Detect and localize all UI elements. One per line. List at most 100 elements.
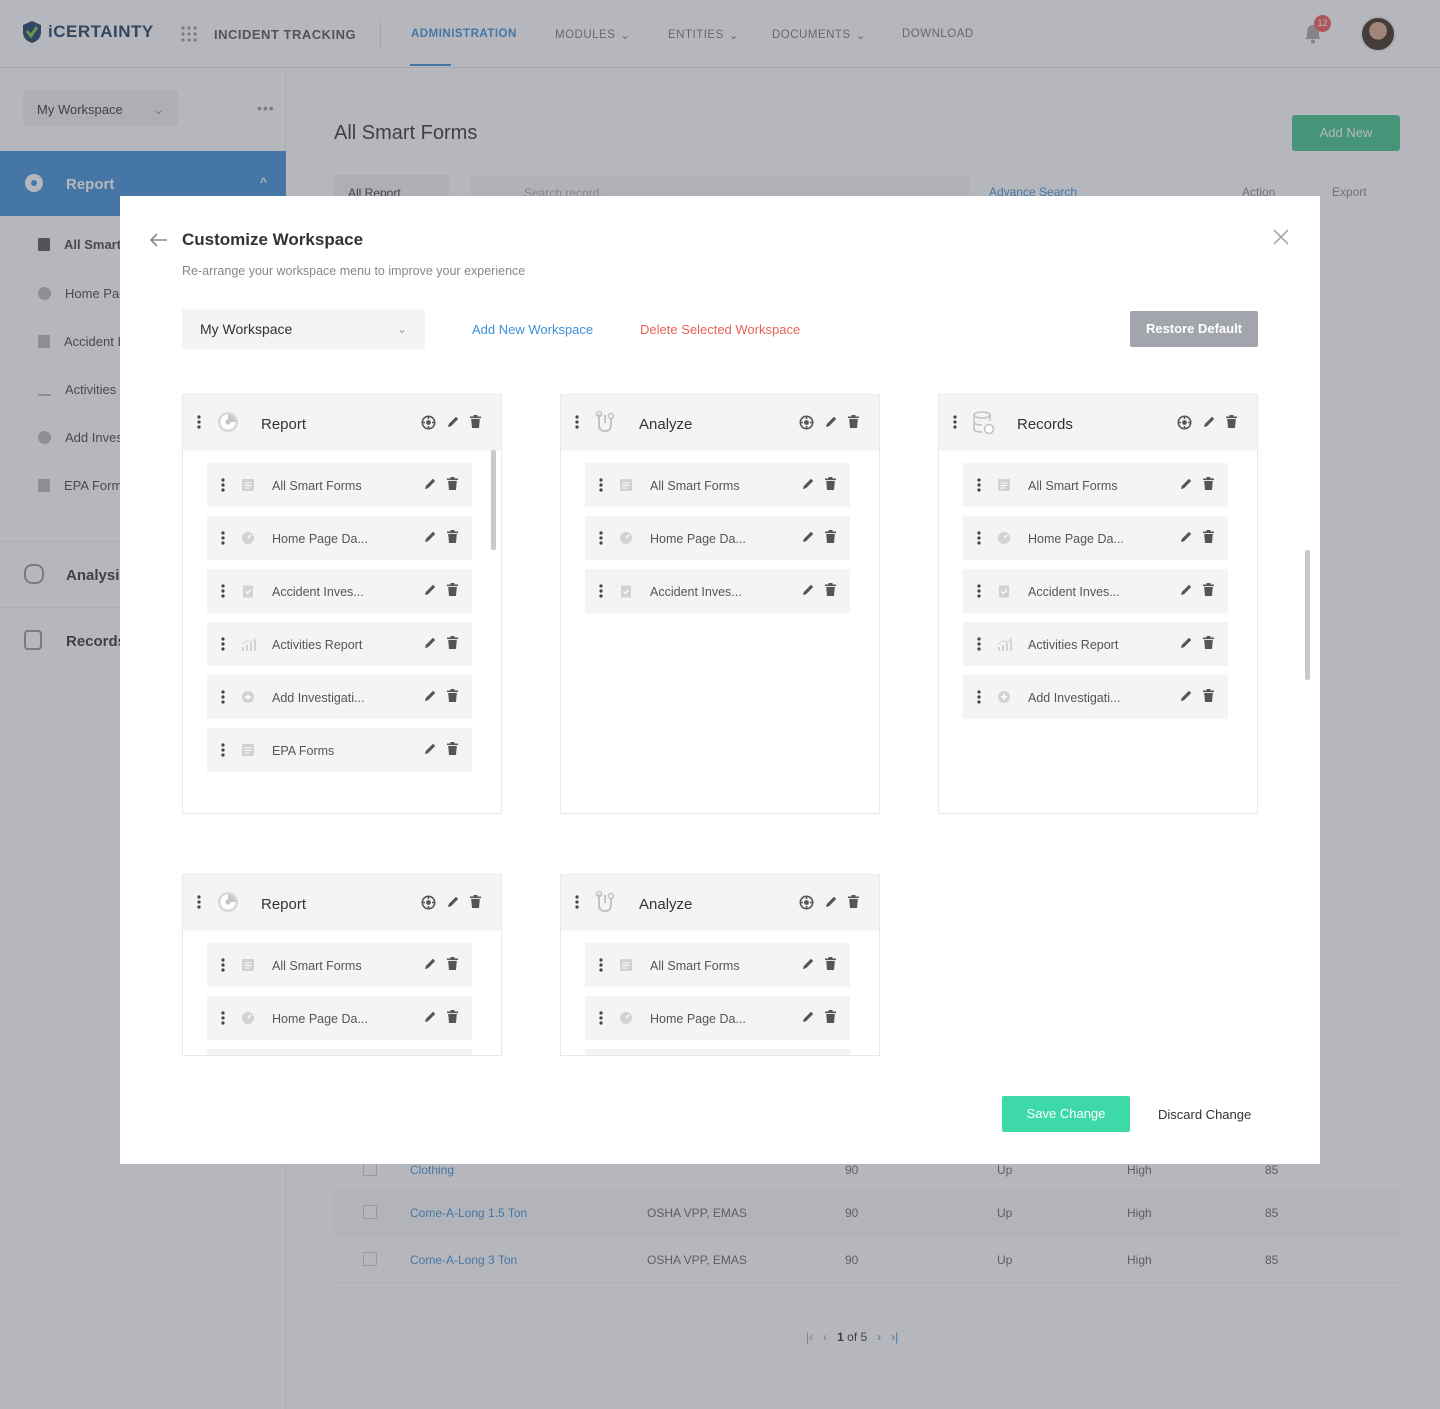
drag-handle-icon[interactable] <box>599 958 603 972</box>
workspace-menu-item[interactable]: Accident Inves... <box>585 1049 850 1055</box>
delete-icon[interactable] <box>825 957 836 971</box>
drag-handle-icon[interactable] <box>221 531 225 545</box>
edit-icon[interactable] <box>423 477 437 491</box>
drag-handle-icon[interactable] <box>197 895 201 909</box>
delete-icon[interactable] <box>825 1010 836 1024</box>
edit-icon[interactable] <box>801 530 815 544</box>
settings-icon[interactable] <box>421 895 436 910</box>
workspace-menu-item[interactable]: Add Investigati... <box>207 675 472 719</box>
edit-icon[interactable] <box>801 957 815 971</box>
back-arrow-icon[interactable] <box>150 233 168 247</box>
settings-icon[interactable] <box>799 895 814 910</box>
workspace-menu-item[interactable]: Accident Inves... <box>963 569 1228 613</box>
settings-icon[interactable] <box>799 415 814 430</box>
edit-icon[interactable] <box>1202 415 1216 430</box>
workspace-menu-item[interactable]: Accident Inves... <box>207 569 472 613</box>
edit-icon[interactable] <box>1179 689 1193 703</box>
settings-icon[interactable] <box>1177 415 1192 430</box>
delete-icon[interactable] <box>1203 477 1214 491</box>
edit-icon[interactable] <box>423 583 437 597</box>
delete-icon[interactable] <box>825 530 836 544</box>
workspace-menu-item[interactable]: Activities Report <box>207 622 472 666</box>
drag-handle-icon[interactable] <box>575 895 579 909</box>
drag-handle-icon[interactable] <box>599 531 603 545</box>
workspace-menu-item[interactable]: Activities Report <box>963 622 1228 666</box>
edit-icon[interactable] <box>801 1010 815 1024</box>
delete-icon[interactable] <box>825 477 836 491</box>
workspace-card-report[interactable]: Report All Smart Forms Home Page Da... Acci… <box>182 874 502 1056</box>
delete-workspace-link[interactable]: Delete Selected Workspace <box>640 322 800 337</box>
drag-handle-icon[interactable] <box>221 690 225 704</box>
workspace-menu-item[interactable]: All Smart Forms <box>585 943 850 987</box>
drag-handle-icon[interactable] <box>977 690 981 704</box>
save-change-button[interactable]: Save Change <box>1002 1096 1130 1132</box>
delete-icon[interactable] <box>447 1010 458 1024</box>
delete-icon[interactable] <box>848 415 859 430</box>
edit-icon[interactable] <box>423 957 437 971</box>
drag-handle-icon[interactable] <box>977 531 981 545</box>
delete-icon[interactable] <box>1203 689 1214 703</box>
workspace-menu-item[interactable]: Home Page Da... <box>207 996 472 1040</box>
edit-icon[interactable] <box>1179 636 1193 650</box>
delete-icon[interactable] <box>447 636 458 650</box>
delete-icon[interactable] <box>447 689 458 703</box>
workspace-card-analyze[interactable]: Analyze All Smart Forms Home Page Da... Acc… <box>560 874 880 1056</box>
edit-icon[interactable] <box>801 477 815 491</box>
delete-icon[interactable] <box>447 477 458 491</box>
workspace-menu-item[interactable]: Accident Inves... <box>207 1049 472 1055</box>
workspace-menu-item[interactable]: EPA Forms <box>207 728 472 772</box>
modal-scrollbar[interactable] <box>1305 550 1310 680</box>
delete-icon[interactable] <box>447 957 458 971</box>
workspace-card-report[interactable]: Report All Smart Forms Home Page Da... Acci… <box>182 394 502 814</box>
card-header[interactable]: Report <box>183 875 501 931</box>
drag-handle-icon[interactable] <box>221 1011 225 1025</box>
edit-icon[interactable] <box>1179 530 1193 544</box>
drag-handle-icon[interactable] <box>977 637 981 651</box>
edit-icon[interactable] <box>446 895 460 910</box>
drag-handle-icon[interactable] <box>221 478 225 492</box>
delete-icon[interactable] <box>447 583 458 597</box>
edit-icon[interactable] <box>1179 583 1193 597</box>
delete-icon[interactable] <box>1203 583 1214 597</box>
edit-icon[interactable] <box>423 1010 437 1024</box>
drag-handle-icon[interactable] <box>221 743 225 757</box>
edit-icon[interactable] <box>423 689 437 703</box>
edit-icon[interactable] <box>446 415 460 430</box>
delete-icon[interactable] <box>1226 415 1237 430</box>
close-icon[interactable] <box>1272 228 1290 246</box>
workspace-menu-item[interactable]: Accident Inves... <box>585 569 850 613</box>
delete-icon[interactable] <box>470 415 481 430</box>
workspace-menu-item[interactable]: Home Page Da... <box>207 516 472 560</box>
workspace-menu-item[interactable]: All Smart Forms <box>963 463 1228 507</box>
card-header[interactable]: Records <box>939 395 1257 451</box>
discard-change-button[interactable]: Discard Change <box>1158 1107 1251 1122</box>
workspace-menu-item[interactable]: All Smart Forms <box>207 463 472 507</box>
drag-handle-icon[interactable] <box>599 1011 603 1025</box>
workspace-menu-item[interactable]: Home Page Da... <box>585 996 850 1040</box>
drag-handle-icon[interactable] <box>599 478 603 492</box>
workspace-menu-item[interactable]: Home Page Da... <box>585 516 850 560</box>
drag-handle-icon[interactable] <box>221 958 225 972</box>
drag-handle-icon[interactable] <box>977 584 981 598</box>
drag-handle-icon[interactable] <box>221 584 225 598</box>
workspace-card-records[interactable]: Records All Smart Forms Home Page Da... Acc… <box>938 394 1258 814</box>
edit-icon[interactable] <box>1179 477 1193 491</box>
delete-icon[interactable] <box>447 742 458 756</box>
card-scrollbar[interactable] <box>491 450 496 550</box>
edit-icon[interactable] <box>801 583 815 597</box>
card-header[interactable]: Analyze <box>561 395 879 451</box>
delete-icon[interactable] <box>1203 636 1214 650</box>
drag-handle-icon[interactable] <box>575 415 579 429</box>
delete-icon[interactable] <box>470 895 481 910</box>
delete-icon[interactable] <box>1203 530 1214 544</box>
drag-handle-icon[interactable] <box>197 415 201 429</box>
edit-icon[interactable] <box>423 530 437 544</box>
workspace-card-analyze[interactable]: Analyze All Smart Forms Home Page Da... Acc… <box>560 394 880 814</box>
settings-icon[interactable] <box>421 415 436 430</box>
drag-handle-icon[interactable] <box>953 415 957 429</box>
workspace-menu-item[interactable]: All Smart Forms <box>207 943 472 987</box>
edit-icon[interactable] <box>824 895 838 910</box>
add-new-workspace-link[interactable]: Add New Workspace <box>472 322 593 337</box>
restore-default-button[interactable]: Restore Default <box>1130 311 1258 347</box>
workspace-menu-item[interactable]: Add Investigati... <box>963 675 1228 719</box>
